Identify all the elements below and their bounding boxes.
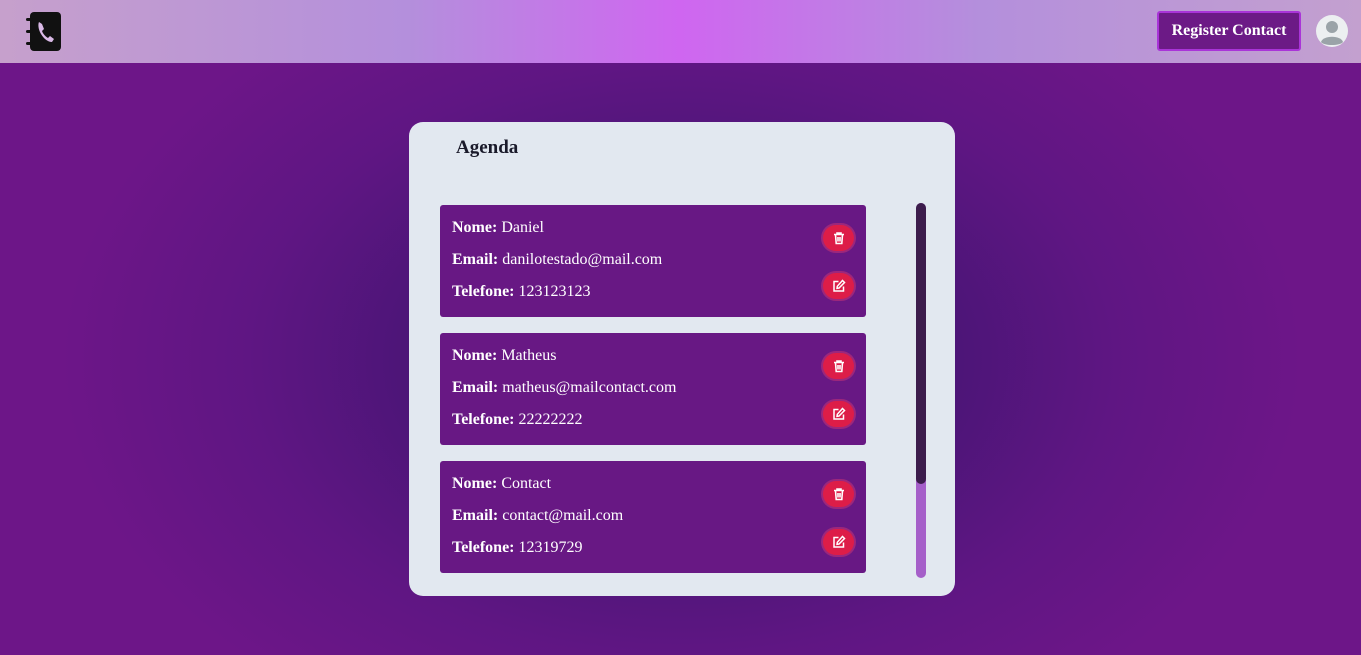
agenda-title: Agenda [456,137,519,158]
register-contact-button[interactable]: Register Contact [1157,11,1301,51]
delete-contact-button[interactable] [823,225,854,251]
name-value: Daniel [501,219,544,236]
phone-label: Telefone: [452,411,515,428]
edit-icon [832,407,846,420]
top-header: Register Contact [0,0,1361,63]
phone-label: Telefone: [452,539,515,556]
name-label: Nome: [452,347,498,364]
edit-icon [832,535,846,548]
phone-value: 22222222 [518,411,583,428]
register-contact-label: Register Contact [1171,22,1287,39]
phone-value: 123123123 [518,283,591,300]
name-label: Nome: [452,219,498,236]
name-label: Nome: [452,475,498,492]
name-value: Contact [501,475,552,492]
email-value: contact@mail.com [502,507,624,524]
user-avatar-icon[interactable] [1316,15,1348,47]
trash-icon [833,360,844,373]
contact-email: Email: matheus@mailcontact.com [452,379,676,397]
contact-card: Nome: Contact Email: contact@mail.com Tele… [440,461,866,573]
contact-phone: Telefone: 12319729 [452,539,583,557]
contact-card: Nome: Matheus Email: matheus@mailcontact.c… [440,333,866,445]
email-label: Email: [452,251,499,268]
delete-contact-button[interactable] [823,481,854,507]
delete-contact-button[interactable] [823,353,854,379]
phone-value: 12319729 [518,539,583,556]
scrollbar-thumb[interactable] [916,203,926,484]
trash-icon [833,232,844,245]
contact-email: Email: danilotestado@mail.com [452,251,662,269]
email-value: matheus@mailcontact.com [502,379,677,396]
email-value: danilotestado@mail.com [502,251,663,268]
contact-name: Nome: Matheus [452,347,556,365]
contact-email: Email: contact@mail.com [452,507,623,525]
edit-contact-button[interactable] [823,401,854,427]
contact-name: Nome: Contact [452,475,551,493]
contact-phone: Telefone: 22222222 [452,411,583,429]
phone-book-icon[interactable] [26,12,62,51]
name-value: Matheus [501,347,557,364]
contact-card: Nome: Daniel Email: danilotestado@mail.com… [440,205,866,317]
contact-name: Nome: Daniel [452,219,544,237]
phone-label: Telefone: [452,283,515,300]
email-label: Email: [452,379,499,396]
edit-contact-button[interactable] [823,529,854,555]
email-label: Email: [452,507,499,524]
edit-contact-button[interactable] [823,273,854,299]
trash-icon [833,488,844,501]
contact-phone: Telefone: 123123123 [452,283,591,301]
edit-icon [832,279,846,292]
agenda-panel: Agenda Nome: Daniel Email: danilotestado@m… [409,122,955,596]
contacts-scrollbar[interactable] [916,203,926,578]
